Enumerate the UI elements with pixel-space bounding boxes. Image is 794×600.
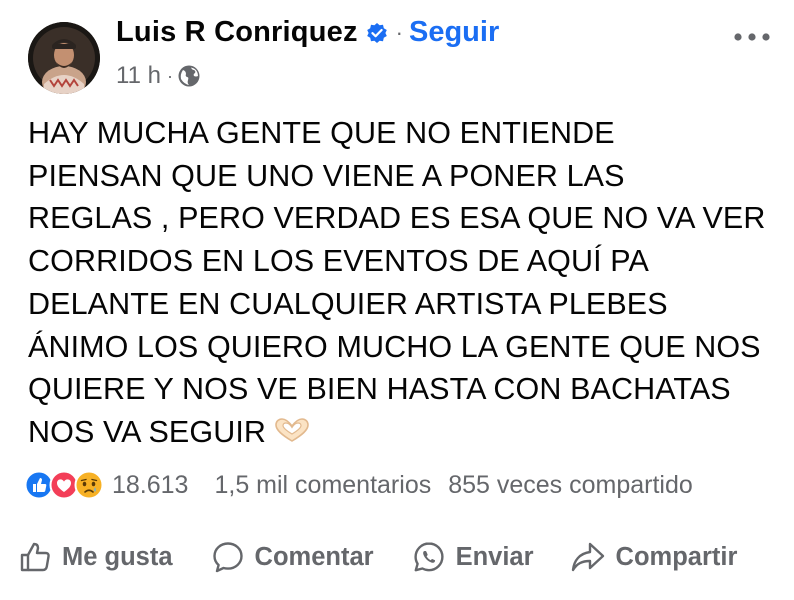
post-text-last-line: NOS VA SEGUIR xyxy=(28,411,778,454)
heart-hands-icon xyxy=(272,414,312,442)
author-row: Luis R Conriquez · Seguir xyxy=(116,16,499,49)
post-text-line: REGLAS , PERO VERDAD ES ESA QUE NO VA VE… xyxy=(28,201,766,236)
comment-button[interactable]: Comentar xyxy=(211,540,374,574)
comments-count[interactable]: 1,5 mil comentarios xyxy=(214,471,431,500)
facebook-post: Luis R Conriquez · Seguir 11 h · HAY MUC… xyxy=(0,0,794,600)
comment-label: Comentar xyxy=(254,542,374,571)
reaction-count[interactable]: 18.613 xyxy=(112,471,188,500)
verified-badge-icon xyxy=(366,22,388,44)
sad-reaction-icon xyxy=(74,470,104,500)
post-text-line: NOS VA SEGUIR xyxy=(28,414,267,449)
follow-button[interactable]: Seguir xyxy=(409,16,499,49)
post-text: HAY MUCHA GENTE QUE NO ENTIENDE PIENSAN … xyxy=(28,112,778,454)
post-text-line: PIENSAN QUE UNO VIENE A PONER LAS xyxy=(28,158,625,193)
like-label: Me gusta xyxy=(62,542,173,571)
post-actions: Me gusta Comentar Enviar Compartir xyxy=(18,532,780,582)
post-text-line: ÁNIMO LOS QUIERO MUCHO LA GENTE QUE NOS xyxy=(28,329,761,364)
reaction-icons[interactable] xyxy=(24,470,104,500)
post-meta: 11 h · xyxy=(116,62,201,90)
separator-dot: · xyxy=(395,19,403,45)
more-options-button[interactable] xyxy=(732,30,772,44)
post-text-line: HAY MUCHA GENTE QUE NO ENTIENDE xyxy=(28,116,615,150)
globe-icon[interactable] xyxy=(177,64,201,88)
post-timestamp[interactable]: 11 h xyxy=(116,62,161,90)
author-avatar[interactable] xyxy=(28,22,100,94)
post-text-line: QUIERE Y NOS VE BIEN HASTA CON BACHATAS xyxy=(28,372,731,407)
whatsapp-icon xyxy=(412,540,446,574)
share-button[interactable]: Compartir xyxy=(570,540,738,574)
thumbs-up-icon xyxy=(18,540,52,574)
like-button[interactable]: Me gusta xyxy=(18,540,173,574)
send-button[interactable]: Enviar xyxy=(412,540,534,574)
shares-count[interactable]: 855 veces compartido xyxy=(448,471,693,500)
share-label: Compartir xyxy=(615,542,738,571)
post-text-line: DELANTE EN CUALQUIER ARTISTA PLEBES xyxy=(28,286,668,321)
meta-separator: · xyxy=(166,65,173,86)
comment-bubble-icon xyxy=(211,540,245,574)
share-arrow-icon xyxy=(570,540,606,574)
send-label: Enviar xyxy=(455,542,534,571)
engagement-stats: 18.613 1,5 mil comentarios 855 veces com… xyxy=(24,465,776,505)
post-text-line: CORRIDOS EN LOS EVENTOS DE AQUÍ PA xyxy=(28,244,649,279)
author-name[interactable]: Luis R Conriquez xyxy=(116,16,358,49)
more-horizontal-icon xyxy=(734,33,770,41)
